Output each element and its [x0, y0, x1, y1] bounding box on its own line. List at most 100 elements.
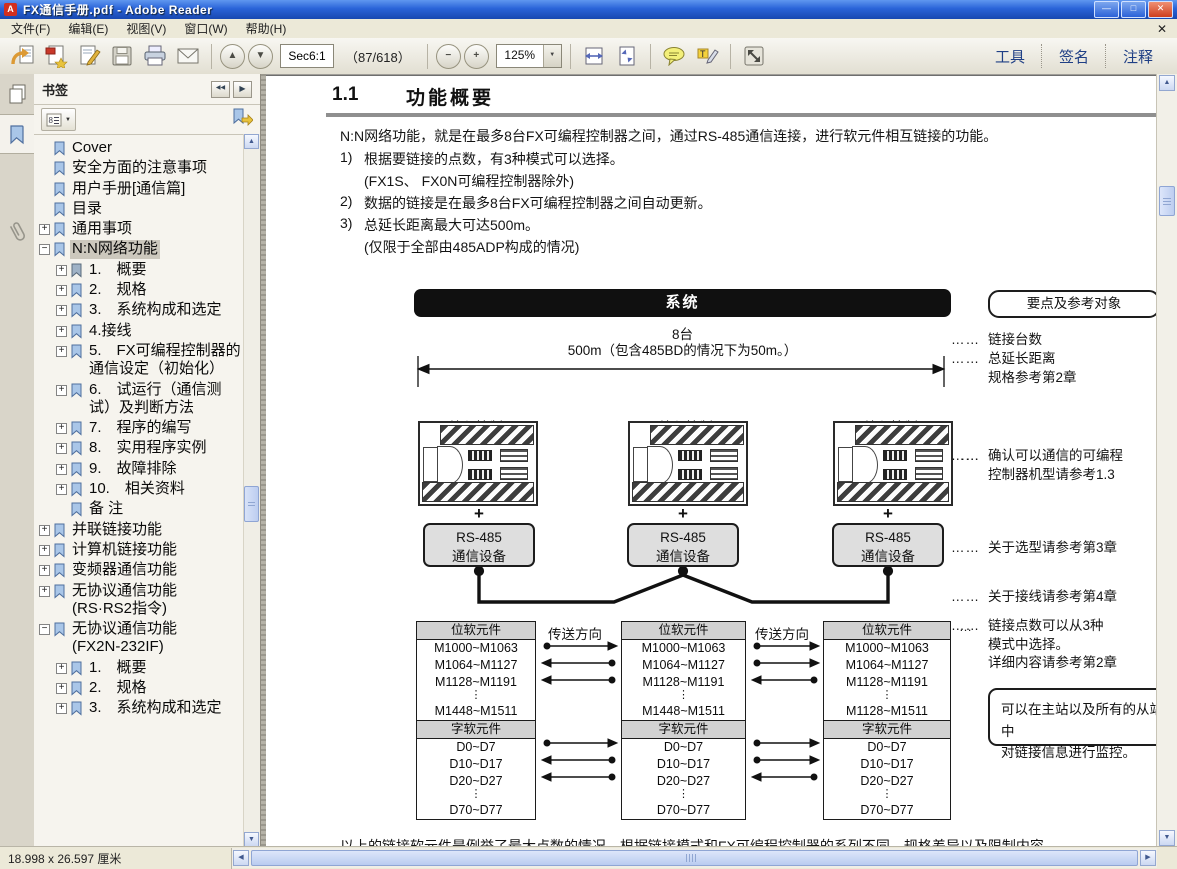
- expand-icon[interactable]: +: [56, 305, 67, 316]
- zoom-level-control[interactable]: 125% ▼: [496, 44, 562, 68]
- document-close-icon[interactable]: ✕: [1157, 22, 1167, 36]
- menu-file[interactable]: 文件(F): [2, 18, 59, 39]
- comment-pane-button[interactable]: 注释: [1107, 42, 1169, 71]
- menu-edit[interactable]: 编辑(E): [59, 18, 117, 39]
- bookmark-options-button[interactable]: 8 ▼: [41, 108, 76, 131]
- minimize-button[interactable]: —: [1094, 1, 1119, 18]
- bookmark-item[interactable]: +并联链接功能: [39, 520, 244, 540]
- bookmark-item[interactable]: +计算机链接功能: [39, 540, 244, 560]
- expand-icon[interactable]: +: [56, 385, 67, 396]
- document-view[interactable]: 1.1 功能概要 N:N网络功能，就是在最多8台FX可编程控制器之间，通过RS-…: [266, 74, 1157, 847]
- zoom-in-button[interactable]: +: [464, 44, 489, 69]
- fullscreen-button[interactable]: [739, 43, 769, 70]
- bookmark-item[interactable]: +7. 程序的编写: [56, 418, 244, 438]
- bookmark-item[interactable]: +5. FX可编程控制器的通信设定（初始化）: [56, 341, 244, 380]
- vertical-scrollbar[interactable]: ▲ ▼: [1156, 74, 1177, 847]
- expand-icon[interactable]: +: [39, 525, 50, 536]
- expand-icon[interactable]: +: [39, 224, 50, 235]
- bookmark-item[interactable]: +变频器通信功能: [39, 560, 244, 580]
- bookmark-item[interactable]: +2. 规格: [56, 280, 244, 300]
- scroll-right-icon[interactable]: ▶: [1140, 850, 1156, 866]
- sign-pane-button[interactable]: 签名: [1043, 42, 1105, 71]
- expand-icon[interactable]: +: [56, 683, 67, 694]
- expand-icon[interactable]: +: [56, 346, 67, 357]
- bookmark-item[interactable]: −无协议通信功能 (FX2N-232IF): [39, 619, 244, 658]
- bookmark-item[interactable]: 安全方面的注意事项: [39, 158, 244, 178]
- previous-page-button[interactable]: ▲: [220, 44, 245, 69]
- expand-icon[interactable]: +: [56, 703, 67, 714]
- highlight-text-button[interactable]: T: [692, 43, 722, 70]
- bookmarks-scrollbar[interactable]: ▲ ▼: [243, 134, 260, 847]
- scroll-left-icon[interactable]: ◀: [233, 850, 249, 866]
- list-item-text: 总延长距离最大可达500m。: [364, 215, 539, 235]
- collapse-icon[interactable]: −: [39, 624, 50, 635]
- scroll-down-icon[interactable]: ▼: [244, 832, 259, 847]
- open-file-button[interactable]: [8, 43, 38, 70]
- tools-pane-button[interactable]: 工具: [979, 42, 1041, 71]
- expand-icon[interactable]: +: [56, 285, 67, 296]
- save-button[interactable]: [107, 43, 137, 70]
- horizontal-scrollbar[interactable]: ◀ ▶: [232, 848, 1157, 868]
- expand-icon[interactable]: +: [39, 586, 50, 597]
- scrollbar-thumb[interactable]: [251, 850, 1138, 866]
- expand-icon[interactable]: +: [56, 464, 67, 475]
- bookmark-item[interactable]: 用户手册[通信篇]: [39, 179, 244, 199]
- bookmarks-tab[interactable]: [0, 114, 34, 154]
- page-number-input[interactable]: [280, 44, 334, 68]
- bookmark-item[interactable]: +6. 试运行（通信测试）及判断方法: [56, 380, 244, 419]
- scroll-down-icon[interactable]: ▼: [1159, 830, 1175, 846]
- bookmark-item-selected[interactable]: −N:N网络功能: [39, 239, 244, 259]
- bookmark-item[interactable]: +3. 系统构成和选定: [56, 698, 244, 718]
- menu-window[interactable]: 窗口(W): [175, 18, 236, 39]
- bookmark-icon: [53, 141, 66, 156]
- bookmark-item[interactable]: +4.接线: [56, 321, 244, 341]
- menu-help[interactable]: 帮助(H): [237, 18, 296, 39]
- comment-button[interactable]: [659, 43, 689, 70]
- scroll-up-icon[interactable]: ▲: [244, 134, 259, 149]
- expand-icon[interactable]: +: [39, 545, 50, 556]
- bookmark-item[interactable]: +1. 概要: [56, 260, 244, 280]
- scrollbar-thumb[interactable]: [244, 486, 259, 522]
- email-button[interactable]: [173, 43, 203, 70]
- compose-button[interactable]: [74, 43, 104, 70]
- bookmark-item[interactable]: Cover: [39, 138, 244, 158]
- expand-icon[interactable]: +: [56, 663, 67, 674]
- collapse-icon[interactable]: −: [39, 244, 50, 255]
- bookmark-item[interactable]: 目录: [39, 199, 244, 219]
- bookmark-item[interactable]: +无协议通信功能 (RS·RS2指令): [39, 581, 244, 620]
- export-bookmark-button[interactable]: [231, 108, 253, 132]
- scroll-up-icon[interactable]: ▲: [1159, 75, 1175, 91]
- expand-icon[interactable]: +: [56, 423, 67, 434]
- fit-width-button[interactable]: [579, 43, 609, 70]
- scrollbar-thumb[interactable]: [1159, 186, 1175, 216]
- menu-view[interactable]: 视图(V): [117, 18, 175, 39]
- expand-icon[interactable]: +: [56, 443, 67, 454]
- expand-icon[interactable]: +: [56, 265, 67, 276]
- bookmark-item[interactable]: +10. 相关资料: [56, 479, 244, 499]
- zoom-out-button[interactable]: −: [436, 44, 461, 69]
- close-button[interactable]: ✕: [1148, 1, 1173, 18]
- expand-icon[interactable]: +: [56, 484, 67, 495]
- bookmark-item[interactable]: +通用事项: [39, 219, 244, 239]
- bookmark-item[interactable]: +3. 系统构成和选定: [56, 300, 244, 320]
- zoom-dropdown-icon[interactable]: ▼: [543, 45, 561, 67]
- bookmark-item[interactable]: +9. 故障排除: [56, 459, 244, 479]
- bookmark-item[interactable]: +8. 实用程序实例: [56, 438, 244, 458]
- bookmark-item[interactable]: +1. 概要: [56, 658, 244, 678]
- expand-icon[interactable]: +: [56, 326, 67, 337]
- bookmark-item[interactable]: 备 注: [56, 499, 244, 519]
- print-button[interactable]: [140, 43, 170, 70]
- create-pdf-icon: [43, 44, 69, 68]
- next-page-button[interactable]: ▼: [248, 44, 273, 69]
- rs485-device-box: RS-485 通信设备: [832, 523, 944, 567]
- attachments-tab[interactable]: [0, 212, 34, 252]
- collapse-panel-button[interactable]: ◀◀: [211, 81, 230, 98]
- bookmark-item[interactable]: +2. 规格: [56, 678, 244, 698]
- fit-page-button[interactable]: [612, 43, 642, 70]
- expand-panel-button[interactable]: ▶: [233, 81, 252, 98]
- maximize-button[interactable]: □: [1121, 1, 1146, 18]
- expand-icon[interactable]: +: [39, 565, 50, 576]
- create-pdf-button[interactable]: [41, 43, 71, 70]
- svg-text:8: 8: [49, 116, 54, 125]
- page-thumbnails-tab[interactable]: [0, 74, 34, 114]
